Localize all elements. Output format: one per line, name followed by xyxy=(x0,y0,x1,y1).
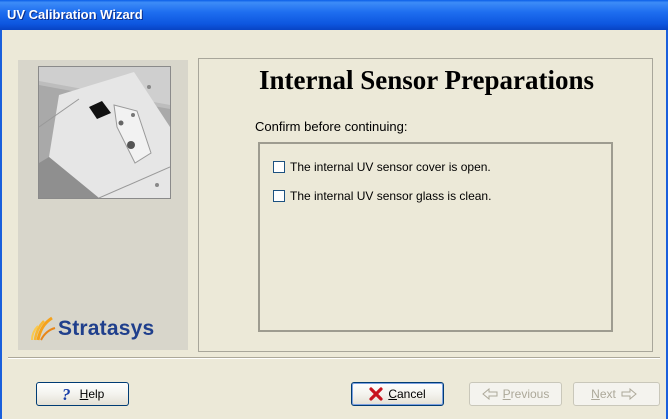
sensor-photo xyxy=(38,66,171,199)
previous-label: revious xyxy=(510,387,550,401)
svg-text:?: ? xyxy=(62,386,71,402)
arrow-right-icon xyxy=(621,388,637,400)
window-title: UV Calibration Wizard xyxy=(7,7,143,22)
cover-open-checkbox[interactable] xyxy=(273,161,285,173)
previous-mnemonic: P xyxy=(502,387,511,401)
wizard-sidebar: Stratasys xyxy=(18,60,188,350)
cancel-button[interactable]: Cancel xyxy=(351,382,444,406)
checklist-item-label: The internal UV sensor cover is open. xyxy=(290,160,491,174)
wizard-content: Internal Sensor Preparations Confirm bef… xyxy=(198,58,653,352)
x-icon xyxy=(369,387,383,401)
next-label: ext xyxy=(599,387,616,401)
logo-text: Stratasys xyxy=(58,317,155,340)
next-button[interactable]: Next xyxy=(573,382,660,406)
arrow-left-icon xyxy=(481,388,498,400)
cancel-mnemonic: C xyxy=(388,387,397,401)
page-title: Internal Sensor Preparations xyxy=(258,65,594,95)
title-bar: UV Calibration Wizard xyxy=(0,0,668,30)
confirm-label: Confirm before continuing: xyxy=(255,119,408,134)
help-label: elp xyxy=(88,387,105,401)
checklist-item-glass-clean[interactable]: The internal UV sensor glass is clean. xyxy=(273,189,491,203)
question-icon: ? xyxy=(61,386,75,402)
checklist-item-label: The internal UV sensor glass is clean. xyxy=(290,189,492,203)
footer-divider xyxy=(8,357,660,359)
checklist-item-cover-open[interactable]: The internal UV sensor cover is open. xyxy=(273,160,491,174)
help-button[interactable]: ? Help xyxy=(36,382,129,406)
cancel-label: ancel xyxy=(396,387,426,401)
stratasys-logo-icon xyxy=(31,316,56,341)
stratasys-logo: Stratasys xyxy=(30,314,154,344)
previous-button[interactable]: Previous xyxy=(469,382,562,406)
glass-clean-checkbox[interactable] xyxy=(273,190,285,202)
next-mnemonic: N xyxy=(591,387,600,401)
checklist-panel: The internal UV sensor cover is open. Th… xyxy=(258,142,613,332)
